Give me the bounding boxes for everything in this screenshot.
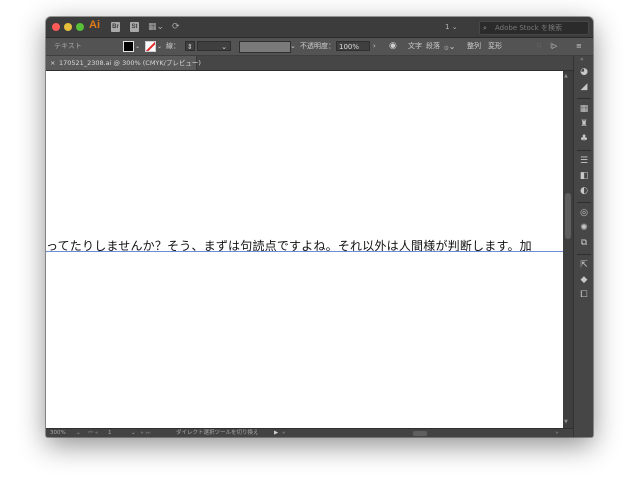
opacity-label[interactable]: 不透明度：: [300, 38, 335, 55]
image-trace-icon[interactable]: ⧉: [578, 237, 590, 249]
vertical-scroll-thumb[interactable]: [565, 193, 571, 239]
vertical-scrollbar[interactable]: ▲ ▼: [563, 71, 573, 428]
illustrator-window: Ai Br St ▦⌄ ⟳ 1 ⌄ ⌕ Adobe Stock を検索 テキスト…: [46, 17, 593, 437]
appearance-icon[interactable]: ◎: [578, 207, 590, 219]
gpu-performance-icon[interactable]: ⟳: [172, 20, 180, 34]
tool-hint: ダイレクト選択ツールを切り換え: [176, 430, 259, 436]
reference-point-icon[interactable]: ⁙: [536, 38, 542, 55]
stroke-weight-stepper[interactable]: ⇕: [185, 41, 195, 51]
dock-separator: [577, 254, 591, 255]
document-tab-bar: × 170521_2308.ai @ 300% (CMYK/プレビュー): [46, 56, 573, 71]
artboard-dropdown-icon[interactable]: ⌄: [131, 429, 136, 437]
horizontal-scroll-thumb[interactable]: [413, 431, 427, 436]
color-icon[interactable]: ◕: [578, 66, 590, 78]
character-panel-link[interactable]: 文字: [408, 38, 422, 55]
artboard-canvas[interactable]: ってたりしませんか？そう、まずは句読点ですよね。それ以外は人間様が判断します。加: [46, 71, 563, 428]
document-tab-title[interactable]: 170521_2308.ai @ 300% (CMYK/プレビュー): [59, 56, 201, 70]
status-menu-icon[interactable]: ▶: [274, 429, 278, 437]
asset-export-icon[interactable]: ⇱: [578, 259, 590, 271]
stroke-label[interactable]: 線：: [166, 38, 180, 55]
variable-width-profile[interactable]: [239, 41, 291, 53]
panel-dock: « ◕ ◢ ▦ ♜ ♣ ☰ ◧ ◐ ◎ ✺ ⧉ ⇱ ◆ ⧠: [573, 56, 593, 437]
opacity-input[interactable]: 100%: [336, 41, 370, 51]
dock-separator: [577, 202, 591, 203]
chevron-down-icon[interactable]: ⌄: [135, 38, 140, 55]
zoom-level[interactable]: 300%: [50, 429, 66, 437]
stroke-color-swatch[interactable]: [145, 41, 156, 52]
transform-panel-link[interactable]: 変形: [488, 38, 502, 55]
stock-search-input[interactable]: ⌕ Adobe Stock を検索: [479, 21, 589, 35]
first-artboard-icon[interactable]: ⏮ ◂: [88, 429, 97, 437]
symbols-icon[interactable]: ♣: [578, 133, 590, 145]
color-guide-icon[interactable]: ◢: [578, 81, 590, 93]
isolate-group-icon[interactable]: ⫶▷: [550, 38, 557, 55]
stroke-weight-dropdown[interactable]: ⌄: [197, 41, 231, 51]
dock-separator: [577, 150, 591, 151]
brushes-icon[interactable]: ♜: [578, 118, 590, 130]
collapse-dock-icon[interactable]: «: [580, 56, 584, 63]
control-bar: テキスト ⌄ ⌄ 線： ⇕ ⌄ ⌄ 不透明度： 100% › ◉ 文字 段落 ۞…: [46, 38, 593, 56]
close-tab-icon[interactable]: ×: [50, 56, 55, 70]
recolor-artwork-icon[interactable]: ◉: [389, 38, 397, 55]
arrange-documents-icon[interactable]: ▦⌄: [148, 20, 164, 34]
search-placeholder: Adobe Stock を検索: [495, 24, 562, 32]
chevron-right-icon[interactable]: ›: [373, 38, 376, 55]
gradient-icon[interactable]: ◧: [578, 170, 590, 182]
scroll-right-icon[interactable]: ▸: [556, 429, 559, 437]
artboards-icon[interactable]: ⧠: [578, 289, 590, 301]
status-bar: 300% ⌄ ⏮ ◂ 1 ⌄ ▸ ⏭ ダイレクト選択ツールを切り換え ▶ ◂ ▸: [46, 428, 573, 437]
stroke-icon[interactable]: ☰: [578, 155, 590, 167]
align-panel-link[interactable]: 整列: [467, 38, 481, 55]
zoom-window-button[interactable]: [76, 23, 84, 31]
illustrator-logo: Ai: [89, 19, 100, 31]
fill-color-swatch[interactable]: [123, 41, 134, 52]
swatches-icon[interactable]: ▦: [578, 103, 590, 115]
close-window-button[interactable]: [52, 23, 60, 31]
selection-type-label: テキスト: [54, 42, 82, 50]
panel-menu-icon[interactable]: ≡: [576, 38, 582, 55]
application-bar: Ai Br St ▦⌄ ⟳ 1 ⌄ ⌕ Adobe Stock を検索: [46, 17, 593, 38]
dock-separator: [577, 98, 591, 99]
zoom-dropdown-icon[interactable]: ⌄: [76, 429, 81, 437]
last-artboard-icon[interactable]: ▸ ⏭: [141, 429, 150, 437]
workspace-switcher[interactable]: 1 ⌄: [445, 22, 467, 32]
minimize-window-button[interactable]: [64, 23, 72, 31]
document-tab[interactable]: × 170521_2308.ai @ 300% (CMYK/プレビュー): [46, 56, 201, 70]
chevron-down-icon: ⌄: [451, 23, 458, 31]
scroll-up-icon[interactable]: ▲: [564, 73, 568, 79]
bridge-button[interactable]: Br: [111, 22, 120, 32]
workspace-number: 1: [445, 23, 450, 31]
transparency-icon[interactable]: ◐: [578, 185, 590, 197]
stock-button[interactable]: St: [130, 22, 139, 32]
scroll-down-icon[interactable]: ▼: [564, 419, 568, 425]
graphic-styles-icon[interactable]: ✺: [578, 222, 590, 234]
search-icon: ⌕: [483, 24, 487, 32]
text-baseline-guide: [46, 251, 563, 252]
scroll-left-icon[interactable]: ◂: [282, 429, 285, 437]
chevron-down-icon[interactable]: ⌄: [157, 38, 162, 55]
layers-icon[interactable]: ◆: [578, 274, 590, 286]
brush-definition-dropdown[interactable]: ⌄: [290, 38, 296, 55]
opentype-icon[interactable]: ۞⌄: [444, 38, 455, 55]
paragraph-panel-link[interactable]: 段落: [426, 38, 440, 55]
artboard-number[interactable]: 1: [108, 429, 112, 437]
